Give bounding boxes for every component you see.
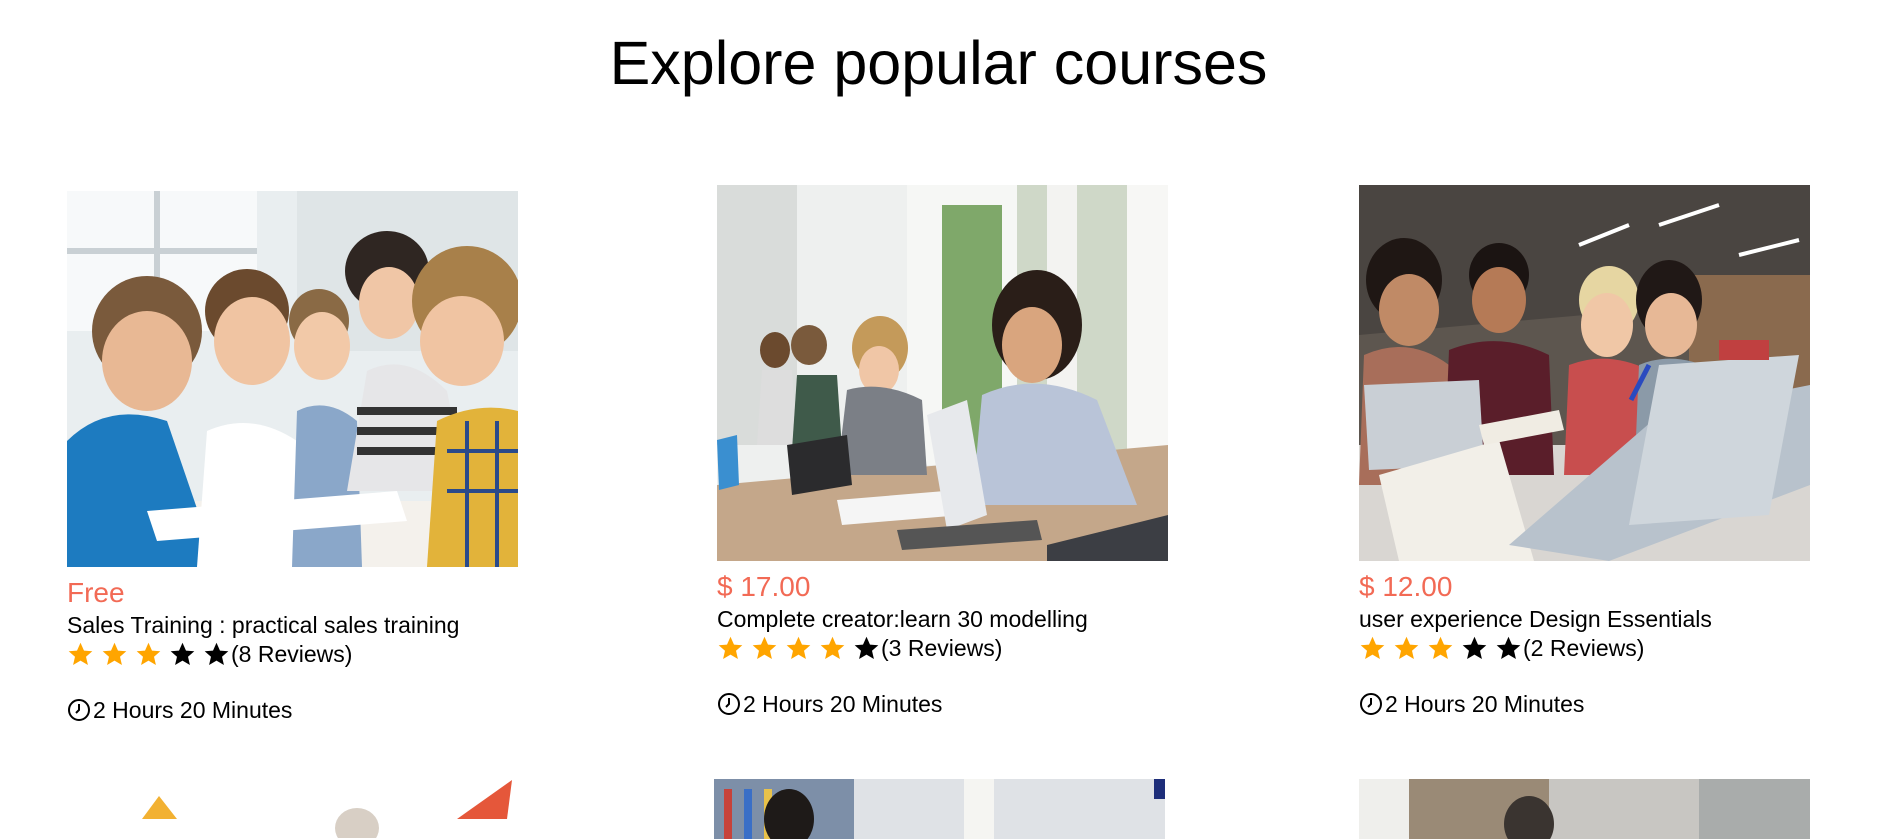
course-price: $ 12.00 xyxy=(1359,571,1453,602)
star-empty-icon xyxy=(169,641,196,668)
review-count: (3 Reviews) xyxy=(881,635,1003,661)
star-empty-icon xyxy=(853,635,880,662)
course-title[interactable]: user experience Design Essentials xyxy=(1359,605,1819,633)
classroom-kids-photo-icon xyxy=(67,191,518,567)
course-rating: (3 Reviews) xyxy=(717,634,1177,662)
star-filled-icon xyxy=(1393,635,1420,662)
course-card[interactable]: Free Sales Training : practical sales tr… xyxy=(67,191,527,724)
star-empty-icon xyxy=(1495,635,1522,662)
students-laptops-photo-icon xyxy=(717,185,1168,561)
duration-label: 2 Hours 20 Minutes xyxy=(1385,691,1585,717)
star-empty-icon xyxy=(203,641,230,668)
star-filled-icon xyxy=(785,635,812,662)
course-rating: (8 Reviews) xyxy=(67,640,527,668)
course-rating: (2 Reviews) xyxy=(1359,634,1819,662)
star-filled-icon xyxy=(1359,635,1386,662)
course-price: Free xyxy=(67,577,125,608)
course-image[interactable] xyxy=(1359,779,1810,839)
group-study-photo-icon xyxy=(1359,185,1810,561)
course-title[interactable]: Sales Training : practical sales trainin… xyxy=(67,611,527,639)
course-duration: 2 Hours 20 Minutes xyxy=(67,696,527,724)
library-photo-icon xyxy=(714,779,1165,839)
star-filled-icon xyxy=(135,641,162,668)
star-filled-icon xyxy=(1427,635,1454,662)
course-title[interactable]: Complete creator:learn 30 modelling xyxy=(717,605,1177,633)
star-empty-icon xyxy=(1461,635,1488,662)
course-card[interactable]: $ 12.00 user experience Design Essential… xyxy=(1359,185,1819,718)
star-filled-icon xyxy=(819,635,846,662)
review-count: (2 Reviews) xyxy=(1523,635,1645,661)
duration-label: 2 Hours 20 Minutes xyxy=(743,691,943,717)
star-filled-icon xyxy=(101,641,128,668)
course-card[interactable]: $ 17.00 Complete creator:learn 30 modell… xyxy=(717,185,1177,718)
course-image[interactable] xyxy=(717,185,1168,561)
review-count: (8 Reviews) xyxy=(231,641,353,667)
clock-icon xyxy=(1359,692,1383,716)
clock-icon xyxy=(67,698,91,722)
star-filled-icon xyxy=(751,635,778,662)
duration-label: 2 Hours 20 Minutes xyxy=(93,697,293,723)
page-title: Explore popular courses xyxy=(609,29,1268,97)
course-image[interactable] xyxy=(714,779,1165,839)
office-photo-icon xyxy=(1359,779,1810,839)
course-image[interactable] xyxy=(67,778,518,838)
clock-icon xyxy=(717,692,741,716)
course-duration: 2 Hours 20 Minutes xyxy=(1359,690,1819,718)
course-image[interactable] xyxy=(67,191,518,567)
course-price: $ 17.00 xyxy=(717,571,811,602)
star-filled-icon xyxy=(67,641,94,668)
course-image[interactable] xyxy=(1359,185,1810,561)
course-duration: 2 Hours 20 Minutes xyxy=(717,690,1177,718)
illustration-photo-icon xyxy=(67,778,518,838)
star-filled-icon xyxy=(717,635,744,662)
